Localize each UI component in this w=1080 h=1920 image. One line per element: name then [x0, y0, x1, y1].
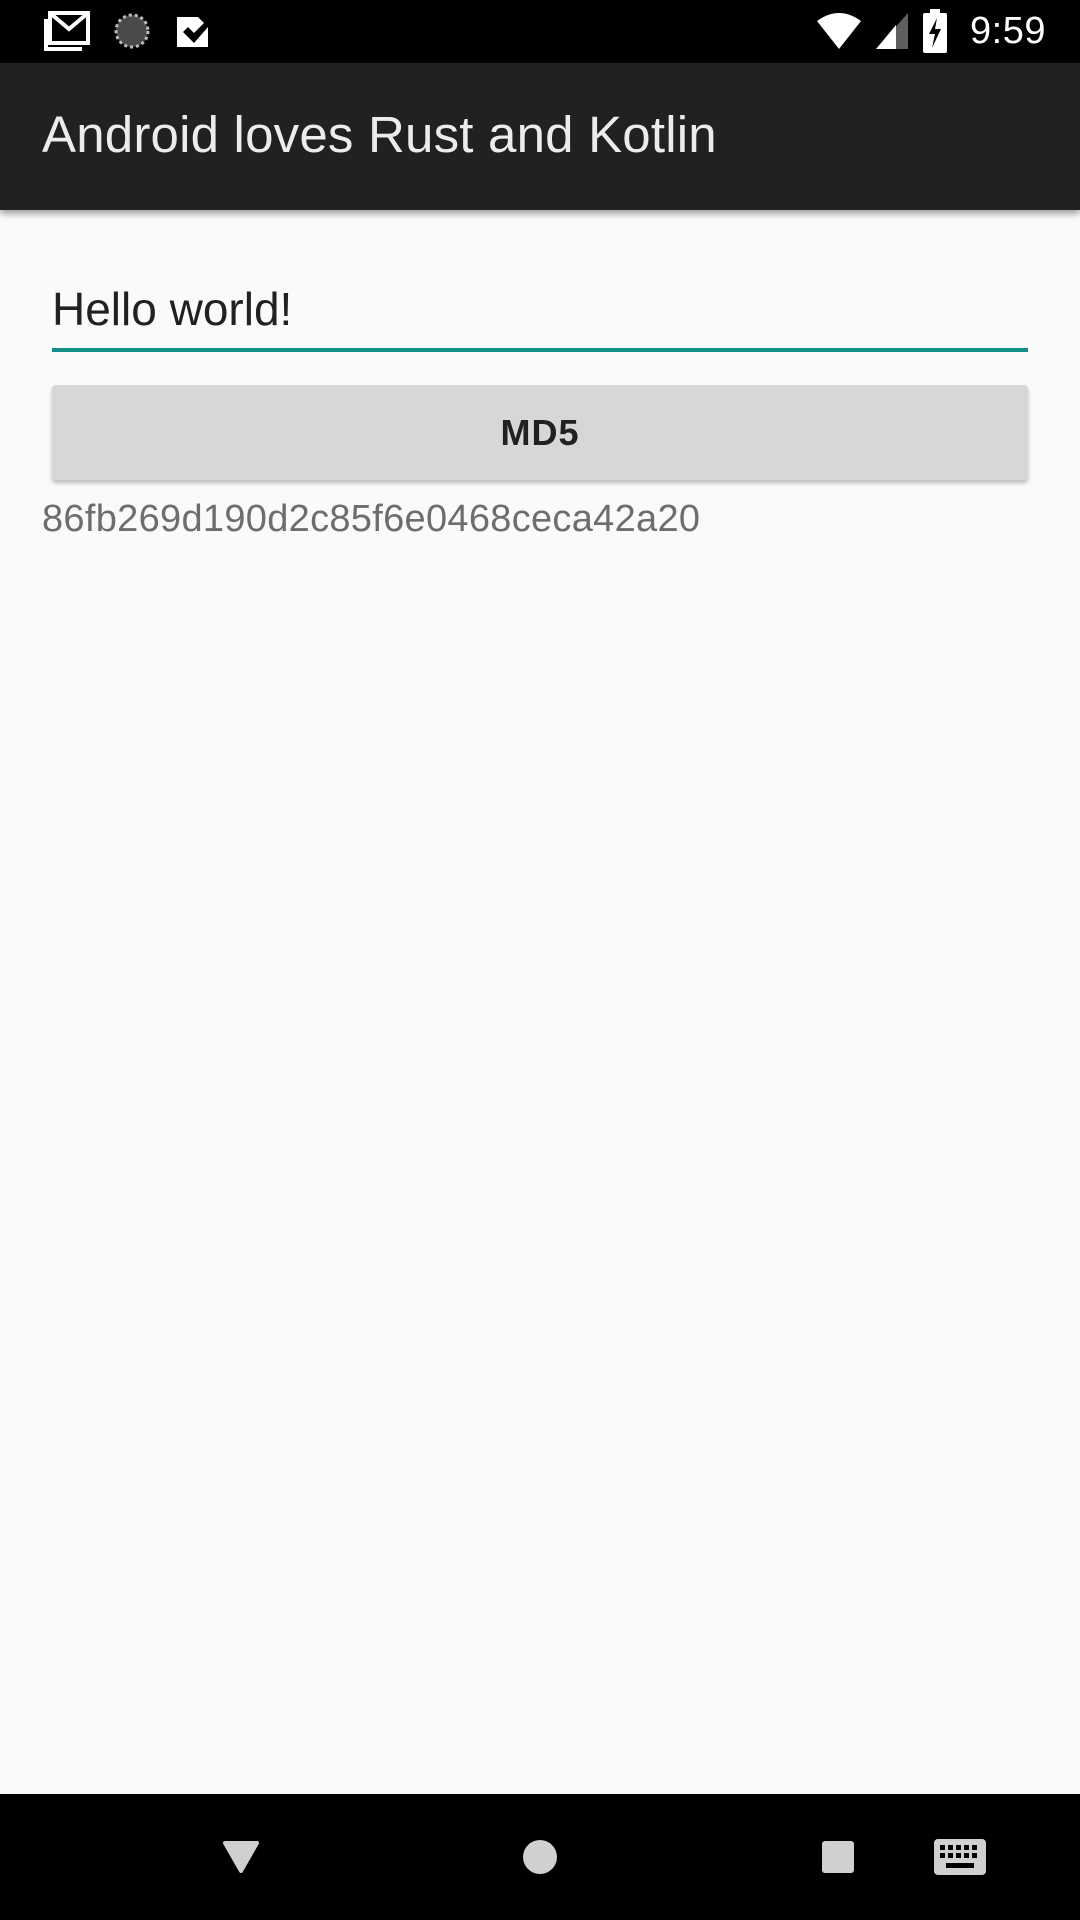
wifi-icon [816, 11, 862, 51]
navigation-bar [0, 1794, 1080, 1920]
back-icon [221, 1839, 261, 1875]
md5-button[interactable]: MD5 [52, 385, 1028, 480]
gmail-icon [44, 11, 90, 51]
sync-icon [112, 11, 152, 51]
notification-icons [44, 10, 212, 52]
app-title: Android loves Rust and Kotlin [42, 106, 717, 163]
signal-icon [874, 11, 910, 51]
checkmark-app-icon [174, 13, 212, 49]
home-button[interactable] [485, 1794, 595, 1920]
system-icons: 9:59 [816, 8, 1046, 54]
text-input[interactable] [52, 270, 1028, 352]
status-bar: 9:59 [0, 0, 1080, 63]
status-time: 9:59 [970, 9, 1046, 52]
home-icon [521, 1838, 559, 1876]
recents-button[interactable] [783, 1794, 893, 1920]
app-screen: 9:59 Android loves Rust and Kotlin MD5 8… [0, 0, 1080, 1920]
keyboard-switch-button[interactable] [910, 1794, 1010, 1920]
app-bar: Android loves Rust and Kotlin [0, 63, 1080, 210]
battery-charging-icon [922, 9, 948, 53]
keyboard-icon [933, 1838, 987, 1876]
hash-output: 86fb269d190d2c85f6e0468ceca42a20 [42, 498, 701, 540]
recents-icon [820, 1839, 856, 1875]
back-button[interactable] [186, 1794, 296, 1920]
